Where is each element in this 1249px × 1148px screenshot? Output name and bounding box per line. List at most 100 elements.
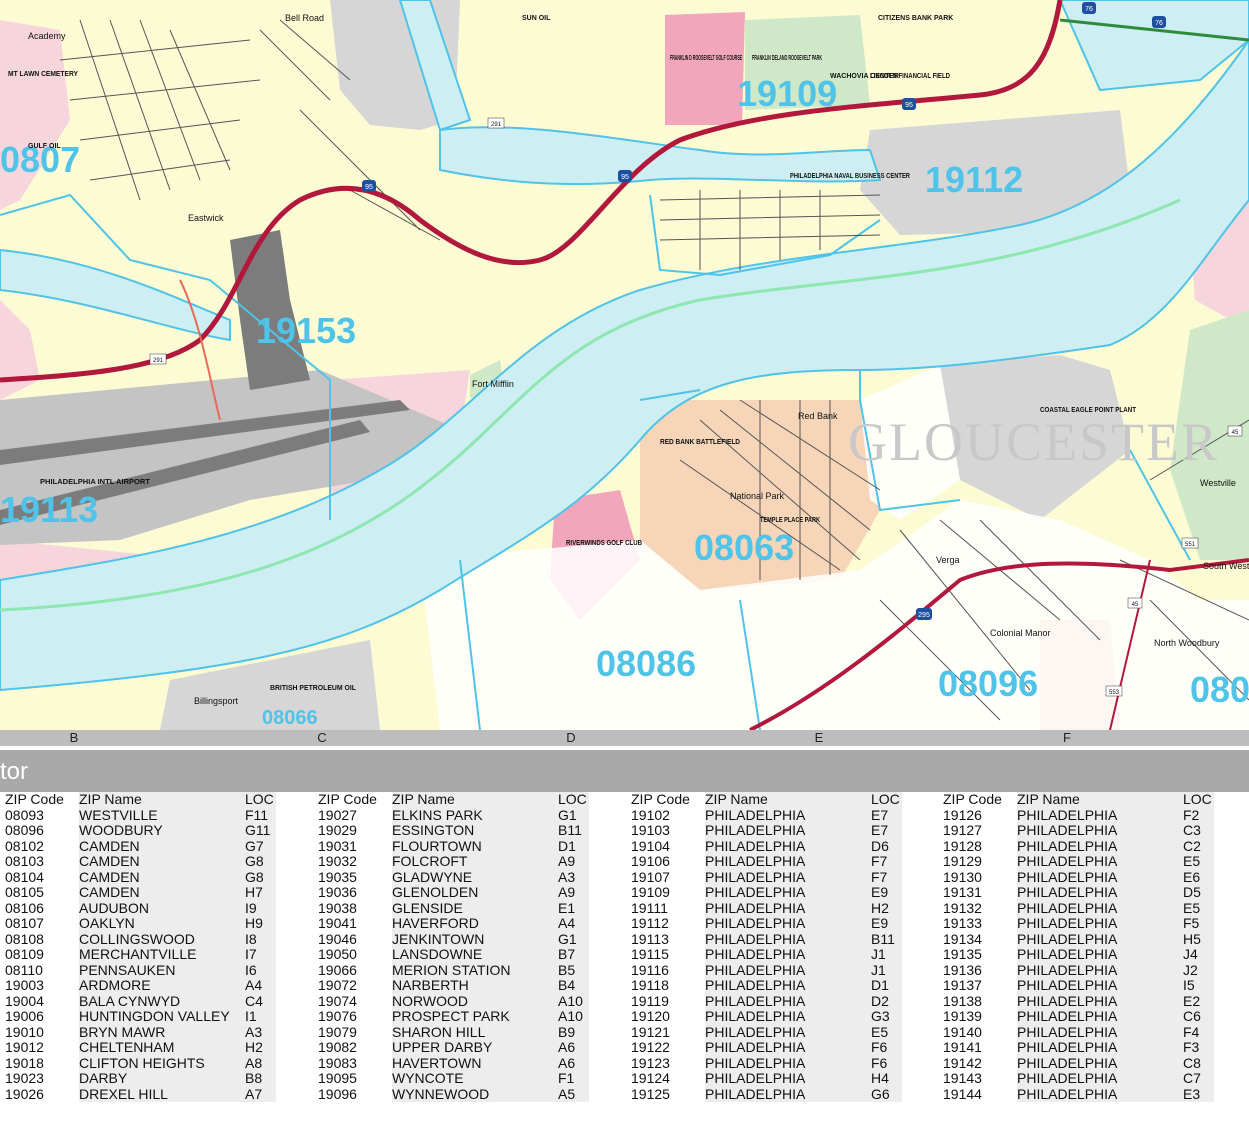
zip-name-cell: PHILADELPHIA [705,977,869,994]
zip-label-19112: 19112 [925,159,1023,200]
loc-cell: B7 [556,946,589,963]
zip-code-cell: 19031 [318,837,357,854]
loc-cell: D6 [869,838,902,854]
header-loc: LOC [1181,791,1214,808]
table-row: 19131 PHILADELPHIA D5 [938,884,1214,901]
loc-cell: E3 [1181,1086,1214,1102]
zip-label-19153: 19153 [256,310,356,351]
zip-name-cell: PHILADELPHIA [705,1024,869,1040]
index-header-bar [0,750,1249,792]
zip-name-cell: PHILADELPHIA [1017,884,1181,901]
highway-shield-45-a: 45 [1227,425,1243,437]
zip-code-cell: 19083 [318,1054,357,1071]
zip-name-cell: GLENOLDEN [392,884,556,901]
label-red-bank-battlefield: RED BANK BATTLEFIELD [660,439,740,446]
table-row: 19026 DREXEL HILL A7 [0,1086,276,1102]
zip-name-cell: PHILADELPHIA [1017,1086,1181,1102]
table-row: 19102 PHILADELPHIA E7 [626,807,902,823]
table-row: 19010 BRYN MAWR A3 [0,1024,276,1040]
loc-cell: A4 [243,977,276,994]
loc-cell: E6 [1181,869,1214,885]
loc-cell: C4 [243,993,276,1009]
zip-name-cell: PHILADELPHIA [705,962,869,978]
loc-cell: C8 [1181,1055,1214,1071]
table-row: 19027 ELKINS PARK G1 [313,807,589,823]
label-british-petroleum: BRITISH PETROLEUM OIL [270,685,357,692]
zip-code-cell: 19116 [631,961,669,978]
zip-code-cell: 19096 [318,1085,357,1102]
zip-code-cell: 19050 [318,946,357,962]
highway-shield-291-b: 291 [149,353,167,365]
zip-code-cell: 19066 [318,961,357,978]
table-row: 19126 PHILADELPHIA F2 [938,807,1214,823]
table-row: 19095 WYNCOTE F1 [313,1070,589,1087]
zip-code-cell: 19127 [943,822,982,838]
table-row: 08110 PENNSAUKEN I6 [0,961,276,978]
loc-cell: G1 [556,807,589,823]
zip-name-cell: PHILADELPHIA [705,853,869,870]
svg-text:553: 553 [1109,690,1120,696]
zip-name-cell: PHILADELPHIA [1017,822,1181,839]
loc-cell: G7 [243,838,276,854]
zip-code-cell: 19104 [631,837,670,854]
loc-cell: J2 [1181,962,1214,978]
loc-cell: F3 [1181,1039,1214,1056]
loc-cell: G1 [556,931,589,947]
zip-name-cell: PHILADELPHIA [1017,915,1181,932]
zip-code-cell: 08106 [5,899,44,916]
loc-cell: G3 [869,1008,902,1025]
zip-name-cell: PHILADELPHIA [705,807,869,823]
zip-code-cell: 19119 [631,992,669,1009]
zip-code-cell: 19124 [631,1070,670,1086]
table-row: 19004 BALA CYNWYD C4 [0,993,276,1009]
svg-text:95: 95 [621,174,629,181]
table-row: 19023 DARBY B8 [0,1070,276,1087]
table-row: 19074 NORWOOD A10 [313,993,589,1009]
zip-name-cell: PHILADELPHIA [705,822,869,839]
place-billingsport: Billingsport [194,696,239,706]
table-row: 19103 PHILADELPHIA E7 [626,822,902,839]
table-row: 19125 PHILADELPHIA G6 [626,1086,902,1102]
highway-shield-295: 295 [916,608,932,620]
table-row: 08106 AUDUBON I9 [0,899,276,916]
header-zip-code: ZIP Code [943,791,1002,807]
highway-shield-291-a: 291 [487,117,505,129]
loc-cell: A8 [243,1055,276,1071]
table-row: 19120 PHILADELPHIA G3 [626,1008,902,1025]
zip-name-cell: CLIFTON HEIGHTS [79,1055,243,1071]
loc-cell: A10 [556,1008,589,1025]
zip-code-cell: 19130 [943,868,982,885]
zip-code-cell: 19112 [631,915,669,931]
zip-code-map[interactable]: 95 95 95 291 291 76 76 295 45 45 551 553… [0,0,1249,730]
zip-code-cell: 19111 [631,899,668,916]
svg-text:45: 45 [1232,430,1239,436]
zip-name-cell: ELKINS PARK [392,807,556,823]
label-gulf-oil: GULF OIL [28,143,61,150]
golf-course-fdr [665,12,745,125]
highway-shield-76-a: 76 [1082,2,1096,14]
zip-label-19109: 19109 [737,73,837,114]
place-national-park: National Park [730,491,785,501]
zip-code-cell: 08110 [5,961,43,978]
table-row: 19134 PHILADELPHIA H5 [938,931,1214,947]
table-row: 19035 GLADWYNE A3 [313,869,589,885]
loc-cell: A10 [556,993,589,1009]
zip-name-cell: WOODBURY [79,822,243,839]
loc-cell: A3 [556,869,589,885]
zip-name-cell: UPPER DARBY [392,1039,556,1056]
highway-shield-45-b: 45 [1127,597,1143,609]
loc-cell: G11 [243,822,276,839]
label-riverwinds-golf: RIVERWINDS GOLF CLUB [566,540,642,547]
table-row: 19012 CHELTENHAM H2 [0,1039,276,1056]
zip-name-cell: CAMDEN [79,838,243,854]
header-zip-code: ZIP Code [5,791,64,807]
zip-code-cell: 19122 [631,1039,670,1055]
table-row: 19116 PHILADELPHIA J1 [626,961,902,978]
table-row: 08108 COLLINGSWOOD I8 [0,931,276,947]
svg-text:551: 551 [1185,542,1196,548]
table-row: 19130 PHILADELPHIA E6 [938,868,1214,885]
loc-cell: G8 [243,853,276,870]
table-row: 19118 PHILADELPHIA D1 [626,977,902,994]
loc-cell: H5 [1181,931,1214,947]
zip-code-cell: 19103 [631,822,670,838]
